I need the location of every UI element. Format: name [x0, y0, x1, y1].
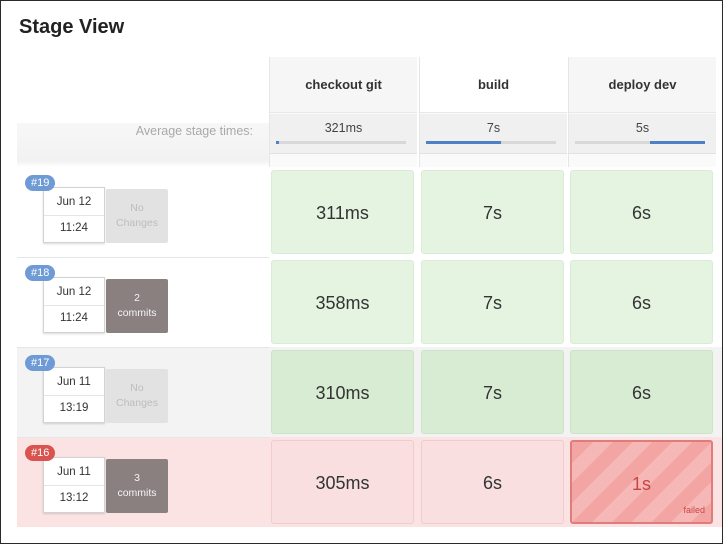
stage-cell-duration: 1s — [631, 474, 651, 494]
stage-average-bar — [276, 141, 406, 144]
stage-average-bar — [426, 141, 556, 144]
changes-line-2: Changes — [115, 217, 159, 229]
build-time: 13:12 — [59, 492, 89, 504]
stage-cell-build[interactable]: 7s — [421, 170, 564, 254]
changes-line-2: commits — [117, 487, 157, 499]
build-row-19: #19 Jun 12 11:24 No Changes 311ms 7s 6s — [17, 167, 722, 257]
stage-cell-checkout-git[interactable]: 305ms — [271, 440, 414, 524]
stage-average-bar-fill — [650, 141, 705, 144]
changes-line-1: 3 — [134, 472, 140, 484]
build-date: Jun 12 — [56, 286, 92, 298]
changes-line-1: No — [130, 382, 144, 394]
stage-cell-build[interactable]: 7s — [421, 350, 564, 434]
stage-cell-checkout-git[interactable]: 311ms — [271, 170, 414, 254]
changes-line-1: No — [130, 202, 144, 214]
date-divider — [44, 215, 104, 216]
stage-cell-deploy-dev-failed[interactable]: 1s failed — [570, 440, 713, 524]
stage-name: checkout git — [270, 57, 417, 113]
build-date: Jun 11 — [57, 376, 91, 388]
build-number-badge[interactable]: #18 — [25, 265, 56, 281]
date-divider — [44, 395, 104, 396]
stage-cell-deploy-dev[interactable]: 6s — [570, 350, 713, 434]
stage-name: build — [420, 57, 567, 113]
build-date-card: Jun 11 13:19 — [43, 367, 105, 423]
stage-average-value: 7s — [486, 121, 501, 135]
date-divider — [44, 485, 104, 486]
build-date: Jun 11 — [57, 466, 91, 478]
stage-cell-checkout-git[interactable]: 358ms — [271, 260, 414, 344]
build-time: 11:24 — [60, 312, 88, 324]
build-date-card: Jun 12 11:24 — [43, 187, 105, 243]
stage-cell-build[interactable]: 7s — [421, 260, 564, 344]
changes-commits-button[interactable]: 2 commits — [106, 279, 168, 333]
build-number-badge[interactable]: #19 — [25, 175, 56, 191]
stage-cell-build[interactable]: 6s — [421, 440, 564, 524]
build-time: 13:19 — [59, 402, 89, 414]
stage-average-bar-fill — [426, 141, 501, 144]
changes-line-2: Changes — [115, 397, 159, 409]
changes-indicator: No Changes — [106, 369, 168, 423]
build-number-badge[interactable]: #17 — [25, 355, 56, 371]
stage-header-row: Average stage times: checkout git 321ms … — [1, 57, 722, 167]
stage-cell-deploy-dev[interactable]: 6s — [570, 260, 713, 344]
header-left-area: Average stage times: — [17, 57, 269, 167]
stage-average-value: 321ms — [324, 121, 363, 135]
stage-header-deploy-dev[interactable]: deploy dev 5s — [568, 57, 716, 167]
build-date-card: Jun 11 13:12 — [43, 457, 105, 513]
build-number-badge[interactable]: #16 — [25, 445, 56, 461]
stage-name: deploy dev — [569, 57, 716, 113]
stage-average-value: 5s — [635, 121, 650, 135]
build-time: 11:24 — [60, 222, 88, 234]
stage-cell-checkout-git[interactable]: 310ms — [271, 350, 414, 434]
page-title: Stage View — [19, 16, 125, 38]
stage-header-checkout-git[interactable]: checkout git 321ms — [269, 57, 417, 167]
changes-line-1: 2 — [134, 292, 140, 304]
build-date-card: Jun 12 11:24 — [43, 277, 105, 333]
stage-header-build[interactable]: build 7s — [419, 57, 567, 167]
stage-average-bar — [575, 141, 705, 144]
stage-average-bar-fill — [276, 141, 279, 144]
date-divider — [44, 305, 104, 306]
stage-view-panel: Stage View Average stage times: checkout… — [0, 0, 723, 544]
stage-cell-deploy-dev[interactable]: 6s — [570, 170, 713, 254]
stage-average: 5s — [569, 114, 716, 154]
stage-average: 321ms — [270, 114, 417, 154]
row-divider — [17, 257, 269, 258]
failed-label: failed — [683, 505, 705, 515]
build-row-17: #17 Jun 11 13:19 No Changes 310ms 7s 6s — [17, 347, 722, 437]
build-row-18: #18 Jun 12 11:24 2 commits 358ms 7s 6s — [17, 257, 722, 347]
changes-indicator: No Changes — [106, 189, 168, 243]
row-divider — [17, 437, 269, 438]
average-stage-times-label: Average stage times: — [135, 124, 253, 138]
build-date: Jun 12 — [56, 196, 92, 208]
stage-average: 7s — [420, 114, 567, 154]
changes-line-2: commits — [117, 307, 157, 319]
changes-commits-button[interactable]: 3 commits — [106, 459, 168, 513]
row-divider — [17, 347, 269, 348]
build-row-16: #16 Jun 11 13:12 3 commits 305ms 6s 1s f… — [17, 437, 722, 527]
